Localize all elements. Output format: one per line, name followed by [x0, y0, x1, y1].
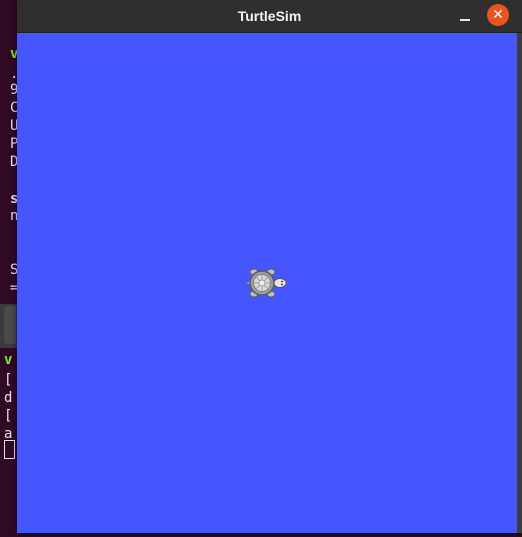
close-button[interactable]: ✕: [487, 4, 509, 26]
minimize-button[interactable]: [453, 4, 477, 28]
terminal-tab[interactable]: [4, 306, 16, 344]
turtlesim-window: TurtleSim ✕: [17, 0, 522, 533]
terminal-fragment: d: [4, 390, 13, 406]
turtlesim-canvas[interactable]: [17, 33, 517, 533]
minimize-icon: [460, 19, 470, 21]
turtle-icon: [246, 268, 289, 298]
terminal-fragment: [: [4, 372, 13, 388]
window-title: TurtleSim: [237, 8, 302, 24]
close-icon: ✕: [492, 7, 504, 23]
terminal-fragment: [: [4, 408, 13, 424]
terminal-cursor: [4, 440, 15, 459]
terminal-fragment: v: [4, 352, 13, 368]
window-titlebar[interactable]: TurtleSim ✕: [17, 0, 522, 33]
